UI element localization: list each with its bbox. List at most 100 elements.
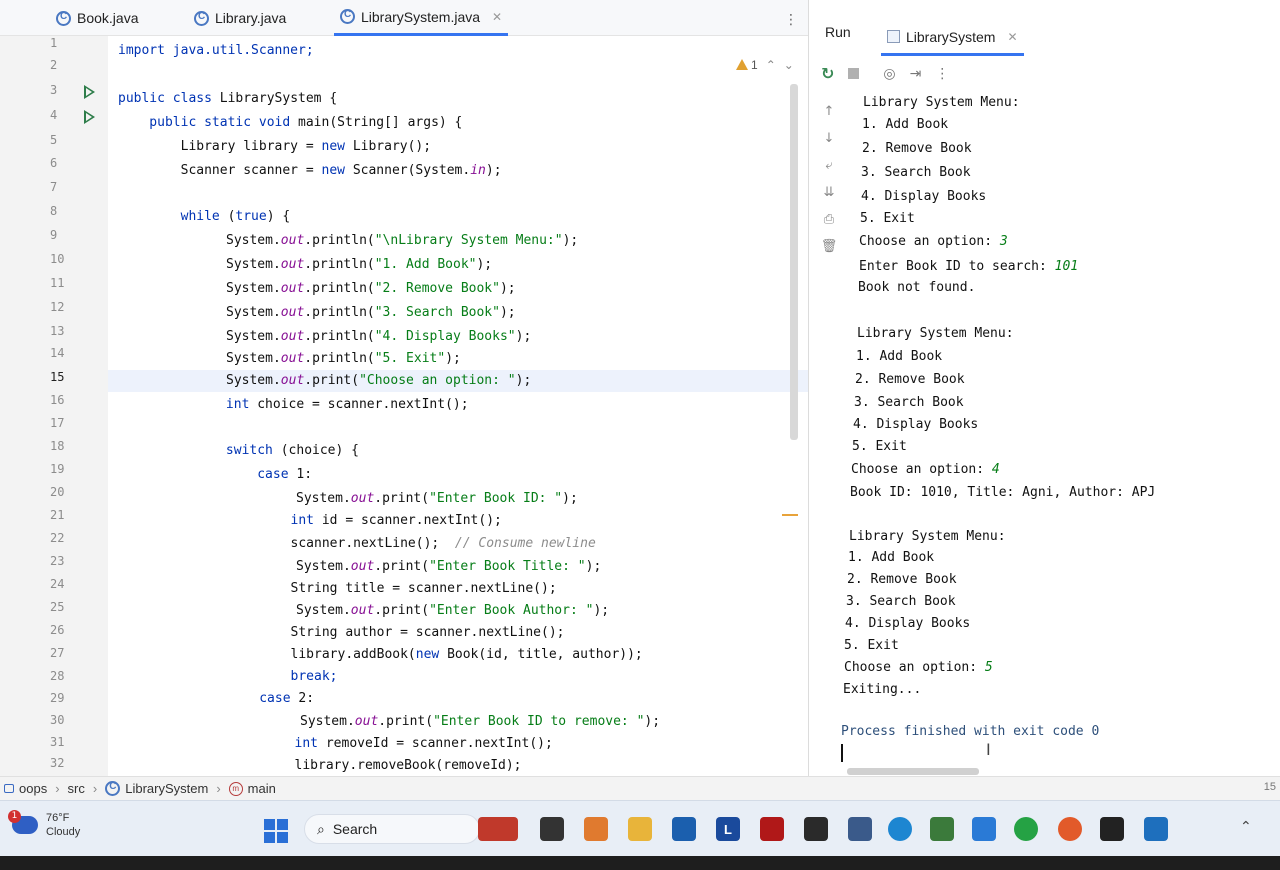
code-line-23: System.out.print("Enter Book Title: "); <box>296 556 601 578</box>
application-icon <box>887 30 900 43</box>
code-text: (choice) { <box>280 443 359 458</box>
inspection-widget[interactable]: 1 ⌃ ⌄ <box>736 58 794 72</box>
console-line: 1. Add Book <box>848 550 935 565</box>
line-number: 19 <box>50 462 65 476</box>
line-number: 7 <box>50 180 58 194</box>
breadcrumb-label: src <box>67 781 85 796</box>
code-line-24: String title = scanner.nextLine(); <box>134 578 557 600</box>
code-editor[interactable]: import java.util.Scanner; public class L… <box>108 36 808 776</box>
rerun-icon[interactable]: ↻ <box>821 64 834 83</box>
more-vertical-icon[interactable]: ⋮ <box>784 12 798 28</box>
console-line: Book ID: 1010, Title: Agni, Author: APJ <box>850 485 1156 500</box>
soft-wrap-icon[interactable]: ⤶ <box>825 158 832 173</box>
string-literal: "Enter Book Title: " <box>429 559 586 574</box>
weather-widget[interactable]: 1 76°F Cloudy <box>8 810 80 839</box>
more-vertical-icon[interactable]: ⋮ <box>935 66 949 82</box>
store-icon[interactable] <box>672 817 696 841</box>
code-text: .print( <box>374 603 430 618</box>
console-line: 2. Remove Book <box>855 372 965 387</box>
console-line: 3. Search Book <box>854 395 964 410</box>
editor-tab-bar: Book.java Library.java LibrarySystem.jav… <box>0 0 808 36</box>
editor-scrollbar[interactable] <box>790 84 798 440</box>
field: out <box>280 329 305 344</box>
arrow-down-icon[interactable]: ↓ <box>824 131 835 146</box>
run-gutter-icon[interactable] <box>84 110 95 124</box>
code-line-14: System.out.println("5. Exit"); <box>226 348 461 370</box>
field: out <box>280 305 305 320</box>
edge-icon[interactable] <box>888 817 912 841</box>
chevron-up-icon[interactable]: ⌃ <box>1240 819 1252 835</box>
code-text: .print( <box>304 373 360 388</box>
trash-icon[interactable]: 🗑 <box>821 239 838 254</box>
code-line-27: library.addBook(new Book(id, title, auth… <box>134 644 643 666</box>
photos-icon[interactable] <box>848 817 872 841</box>
copilot-icon[interactable] <box>584 817 608 841</box>
mcafee-icon[interactable] <box>760 817 784 841</box>
code-text: .println( <box>304 305 375 320</box>
run-gutter-icon[interactable] <box>84 85 95 99</box>
close-icon[interactable]: ✕ <box>1007 30 1017 44</box>
start-button[interactable] <box>264 819 288 843</box>
code-text: .println( <box>304 351 375 366</box>
code-text: main(String[] args) { <box>298 115 463 130</box>
console-line: 5. Exit <box>860 211 915 226</box>
line-number: 1 <box>50 36 58 50</box>
chevron-up-icon[interactable]: ⌃ <box>766 58 776 72</box>
vscode-icon[interactable] <box>972 817 996 841</box>
close-icon[interactable]: ✕ <box>492 10 502 24</box>
keyword: new <box>321 139 353 154</box>
notepad-icon[interactable] <box>930 817 954 841</box>
exit-icon[interactable]: ⇥ <box>910 66 922 82</box>
tab-librarysystem-java[interactable]: LibrarySystem.java ✕ <box>334 0 509 36</box>
chrome-icon[interactable] <box>1058 817 1082 841</box>
tab-book-java[interactable]: Book.java <box>50 0 144 36</box>
line-number: 5 <box>50 133 58 147</box>
stop-icon[interactable] <box>848 68 860 79</box>
tab-library-java[interactable]: Library.java <box>188 0 292 36</box>
console-user-input: 101 <box>1054 259 1079 274</box>
console-line: 5. Exit <box>852 439 907 454</box>
breadcrumb-method[interactable]: m main <box>228 781 276 796</box>
run-tool-window: Run LibrarySystem ✕ ↻ ◎ ⇥ ⋮ ↑ ↓ ⤶ ⇊ ⎙ 🗑 … <box>808 0 1280 776</box>
task-view-icon[interactable] <box>540 817 564 841</box>
print-icon[interactable]: ⎙ <box>824 212 834 227</box>
code-text: Library(); <box>352 139 432 154</box>
run-tab-librarysystem[interactable]: LibrarySystem ✕ <box>881 20 1024 56</box>
code-line-8: while (true) { <box>118 206 291 228</box>
code-text: String title = scanner.nextLine(); <box>134 581 557 596</box>
chevron-down-icon[interactable]: ⌄ <box>784 58 794 72</box>
console-horizontal-scrollbar[interactable] <box>847 768 979 775</box>
camera-icon[interactable]: ◎ <box>883 66 895 82</box>
line-number: 14 <box>50 346 65 360</box>
line-number: 31 <box>50 735 65 749</box>
file-explorer-icon[interactable] <box>628 817 652 841</box>
code-text: ); <box>562 491 578 506</box>
taskbar-search[interactable]: ⌕ Search <box>304 814 480 844</box>
mail-icon[interactable] <box>1144 817 1168 841</box>
run-toolbar: ↻ ◎ ⇥ ⋮ <box>821 64 949 83</box>
keyword: public static void <box>118 115 299 130</box>
field: in <box>470 163 486 178</box>
line-number: 9 <box>50 228 58 242</box>
code-text: ); <box>644 714 661 729</box>
keyword: int <box>132 397 258 412</box>
breadcrumb-project[interactable]: oops <box>4 781 47 796</box>
whatsapp-icon[interactable] <box>1014 817 1038 841</box>
code-text: .print( <box>374 491 430 506</box>
string-literal: "4. Display Books" <box>374 329 516 344</box>
intellij-icon[interactable] <box>1100 817 1124 841</box>
code-text: .println( <box>304 329 375 344</box>
linkedin-icon[interactable]: L <box>716 817 740 841</box>
windows-logo-tile <box>264 832 275 843</box>
scroll-to-end-icon[interactable]: ⇊ <box>824 185 835 200</box>
code-text: System. <box>300 714 355 729</box>
breadcrumb-class[interactable]: LibrarySystem <box>105 781 208 796</box>
code-line-3: public class LibrarySystem { <box>118 88 337 110</box>
breadcrumb-folder[interactable]: src <box>68 781 85 796</box>
field: out <box>280 257 305 272</box>
game-app-icon[interactable] <box>478 817 518 841</box>
dropbox-icon[interactable] <box>804 817 828 841</box>
run-title: Run <box>825 24 851 40</box>
arrow-up-icon[interactable]: ↑ <box>824 104 835 119</box>
code-line-31: int removeId = scanner.nextInt(); <box>138 733 553 755</box>
